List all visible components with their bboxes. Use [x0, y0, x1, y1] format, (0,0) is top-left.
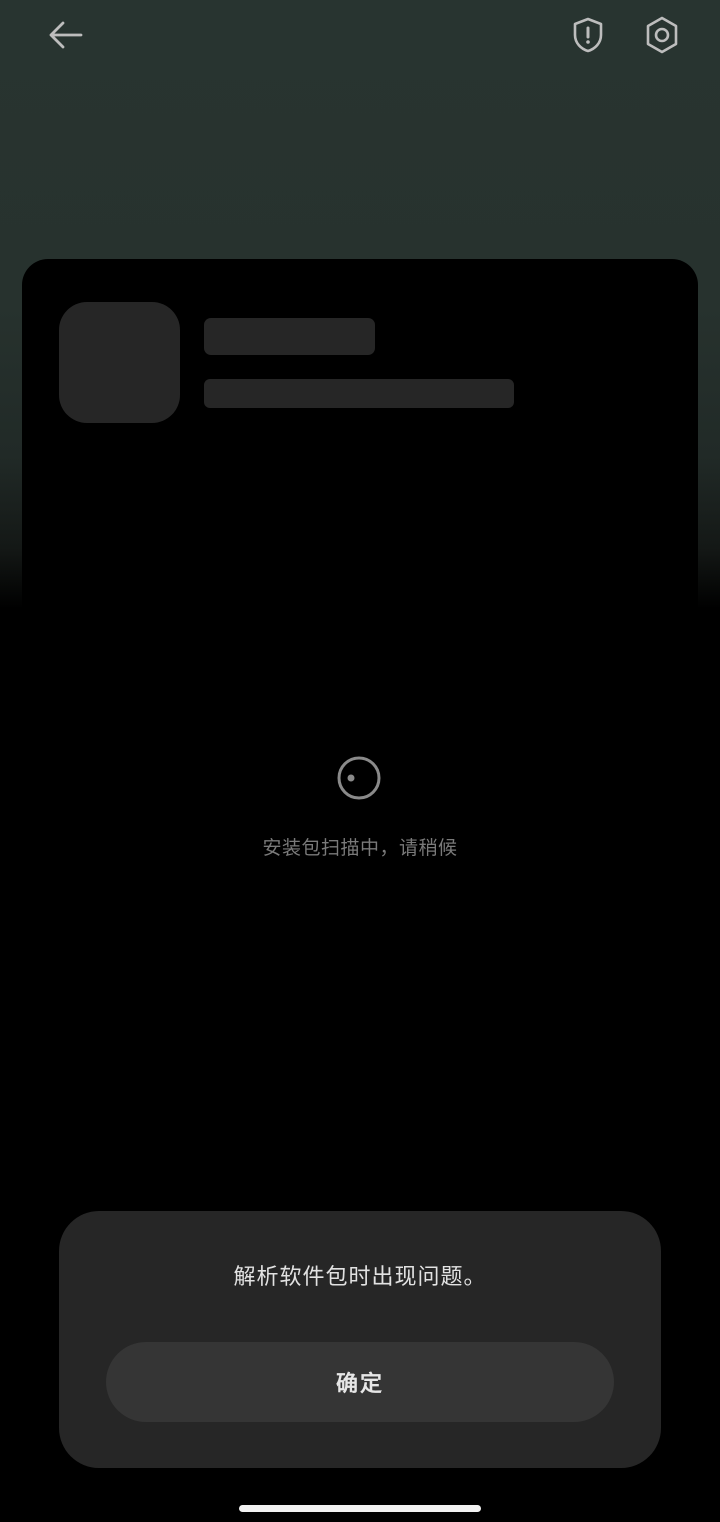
- arrow-left-icon: [49, 21, 83, 49]
- app-name-placeholder: [204, 318, 375, 355]
- top-app-bar: [0, 0, 720, 70]
- app-details-placeholder: [204, 379, 514, 408]
- app-icon-placeholder: [59, 302, 180, 423]
- home-indicator[interactable]: [239, 1505, 481, 1512]
- hexagon-gear-icon: [646, 16, 678, 54]
- back-button[interactable]: [37, 7, 93, 63]
- shield-exclamation-icon: [573, 17, 603, 53]
- scanning-status-text: 安装包扫描中，请稍候: [262, 837, 458, 859]
- install-scan-screen: 安装包扫描中，请稍候 解析软件包时出现问题。 确定: [0, 0, 720, 1522]
- settings-button[interactable]: [634, 7, 690, 63]
- security-button[interactable]: [560, 7, 616, 63]
- loading-spinner-icon: [337, 756, 381, 800]
- dialog-message: 解析软件包时出现问题。: [233, 1265, 487, 1290]
- confirm-button[interactable]: 确定: [106, 1342, 614, 1422]
- error-dialog: 解析软件包时出现问题。 确定: [59, 1211, 661, 1468]
